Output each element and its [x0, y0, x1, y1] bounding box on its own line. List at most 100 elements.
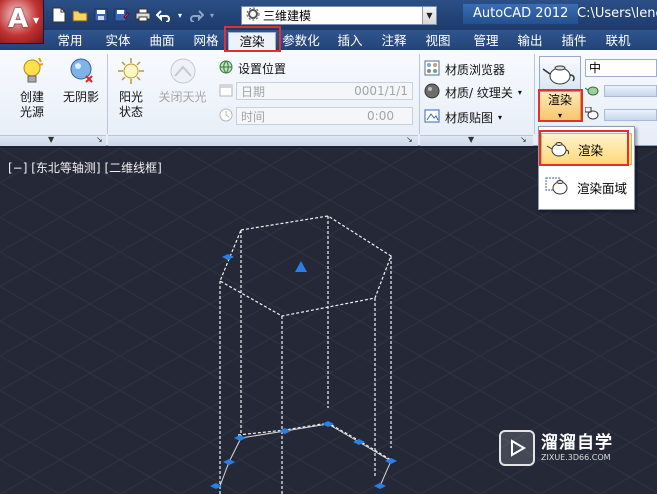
date-field[interactable]: 日期 0001/1/1: [236, 82, 413, 100]
viewport-controls[interactable]: [−]: [8, 161, 27, 175]
no-shadow-button[interactable]: 无阴影: [58, 56, 104, 105]
time-row: [218, 106, 234, 126]
teapot-icon: [542, 65, 575, 85]
material-mapping-button[interactable]: 材质贴图 ▾: [424, 107, 502, 127]
material-texture-label: 材质/ 纹理关: [445, 85, 513, 100]
no-shadow-label: 无阴影: [62, 90, 99, 104]
material-mapping-icon: [424, 108, 440, 127]
tab-solid[interactable]: 实体: [100, 32, 136, 50]
application-menu-button[interactable]: A ▼: [0, 0, 44, 44]
ribbon-tabs: 常用 实体 曲面 网格 渲染 参数化 插入 注释 视图 管理 输出 插件 联机: [0, 30, 657, 50]
tab-view[interactable]: 视图: [420, 32, 456, 50]
viewport-controls-label: [−] [东北等轴测] [二维线框]: [8, 159, 162, 176]
file-path: C:\Users\leno: [577, 6, 657, 21]
clock-icon: [218, 107, 234, 126]
calendar-icon: [218, 82, 234, 101]
new-file-icon[interactable]: [50, 6, 68, 24]
panel-launcher-icon: ↘: [520, 135, 527, 144]
sun-panel-footer[interactable]: ↘: [108, 135, 418, 146]
time-label: 时间: [241, 109, 266, 124]
undo-dropdown-icon[interactable]: ▾: [176, 6, 184, 24]
tab-home[interactable]: 常用: [52, 32, 88, 50]
tab-output[interactable]: 输出: [512, 32, 548, 50]
teapot-small-icon: [584, 83, 601, 100]
panel-expand-icon: ▼: [468, 135, 475, 144]
materials-browser-button[interactable]: 材质浏览器: [424, 59, 505, 79]
material-sphere-icon: [424, 83, 440, 102]
panel-expand-icon: ▼: [48, 135, 55, 144]
redo-icon[interactable]: [187, 6, 205, 24]
location-globe-icon: [218, 59, 234, 78]
tab-mesh[interactable]: 网格: [188, 32, 224, 50]
date-label: 日期: [241, 84, 266, 99]
sun-status-button[interactable]: 阳光 状态: [112, 56, 150, 120]
lights-panel-footer[interactable]: ▼ ↘: [0, 135, 106, 146]
sky-off-button[interactable]: 关闭天光: [155, 56, 210, 105]
create-light-label: 创建 光源: [19, 90, 44, 119]
panel-launcher-icon: ↘: [96, 135, 103, 144]
watermark-url: ZIXUE.3D66.COM: [541, 453, 611, 462]
workspace-selector[interactable]: 三维建模 ▼: [241, 6, 437, 25]
menu-item-render-region[interactable]: 渲染面域: [541, 171, 632, 203]
materials-browser-label: 材质浏览器: [445, 62, 506, 77]
save-icon[interactable]: [92, 6, 110, 24]
workspace-name: 三维建模: [263, 9, 312, 23]
time-field[interactable]: 时间 0:00: [236, 107, 413, 125]
mapping-dropdown-icon[interactable]: ▾: [498, 113, 502, 122]
save-as-icon[interactable]: [113, 6, 131, 24]
render-big-button[interactable]: [539, 56, 581, 90]
group-divider: [107, 54, 108, 134]
tab-manage[interactable]: 管理: [468, 32, 504, 50]
panel-launcher-icon: ↘: [406, 135, 413, 144]
tab-online[interactable]: 联机: [600, 32, 636, 50]
render-quality-select[interactable]: 中: [585, 59, 657, 77]
teapot-output-icon: [584, 106, 601, 124]
sky-icon: [168, 56, 198, 86]
visual-style-label[interactable]: [二维线框]: [104, 161, 161, 175]
tab-parametric[interactable]: 参数化: [279, 32, 323, 50]
watermark-title: 溜溜自学: [541, 433, 613, 453]
materials-browser-icon: [424, 60, 440, 79]
texture-dropdown-icon[interactable]: ▾: [518, 88, 522, 97]
sun-status-label: 阳光 状态: [118, 90, 143, 119]
set-location-label: 设置位置: [238, 61, 287, 76]
render-preset-bar: [604, 85, 657, 97]
render-button-highlight: [538, 89, 583, 122]
set-location-button[interactable]: 设置位置: [218, 58, 286, 78]
view-cube-label[interactable]: [东北等轴测]: [31, 161, 100, 175]
play-logo-icon: [499, 430, 535, 466]
render-menu-highlight: [539, 130, 629, 166]
app-title: AutoCAD 2012: [463, 4, 579, 24]
sphere-no-shadow-icon: [66, 56, 96, 86]
undo-icon[interactable]: [155, 6, 173, 24]
render-output-bar: [604, 109, 657, 121]
date-value: 0001/1/1: [354, 84, 408, 98]
menu-item-render-region-label: 渲染面域: [577, 180, 628, 196]
tab-surface[interactable]: 曲面: [144, 32, 180, 50]
tab-insert[interactable]: 插入: [332, 32, 368, 50]
watermark: 溜溜自学 ZIXUE.3D66.COM: [499, 423, 623, 473]
render-preset-row[interactable]: [584, 82, 657, 100]
render-region-icon: [545, 175, 571, 200]
caret-down-icon: ▼: [33, 16, 40, 25]
materials-panel-footer[interactable]: ▼ ↘: [420, 135, 533, 146]
tab-plugins[interactable]: 插件: [556, 32, 592, 50]
time-value: 0:00: [367, 109, 394, 123]
open-folder-icon[interactable]: [71, 6, 89, 24]
quick-access-toolbar: ▾ ▾: [50, 5, 216, 25]
group-divider: [534, 54, 535, 134]
print-icon[interactable]: [134, 6, 152, 24]
light-bulb-icon: [17, 56, 47, 86]
gear-icon: [246, 7, 260, 24]
group-divider: [419, 54, 420, 134]
autocad-logo-icon: A: [8, 4, 29, 34]
create-light-button[interactable]: 创建 光源: [12, 56, 52, 120]
material-mapping-label: 材质贴图: [445, 110, 494, 125]
workspace-dropdown-icon[interactable]: ▼: [422, 7, 436, 24]
sun-icon: [116, 56, 146, 86]
material-texture-toggle[interactable]: 材质/ 纹理关 ▾: [424, 82, 522, 102]
tab-annotate[interactable]: 注释: [376, 32, 412, 50]
render-output-row[interactable]: [584, 106, 657, 124]
sky-off-label: 关闭天光: [158, 90, 207, 104]
redo-dropdown-icon[interactable]: ▾: [208, 6, 216, 24]
